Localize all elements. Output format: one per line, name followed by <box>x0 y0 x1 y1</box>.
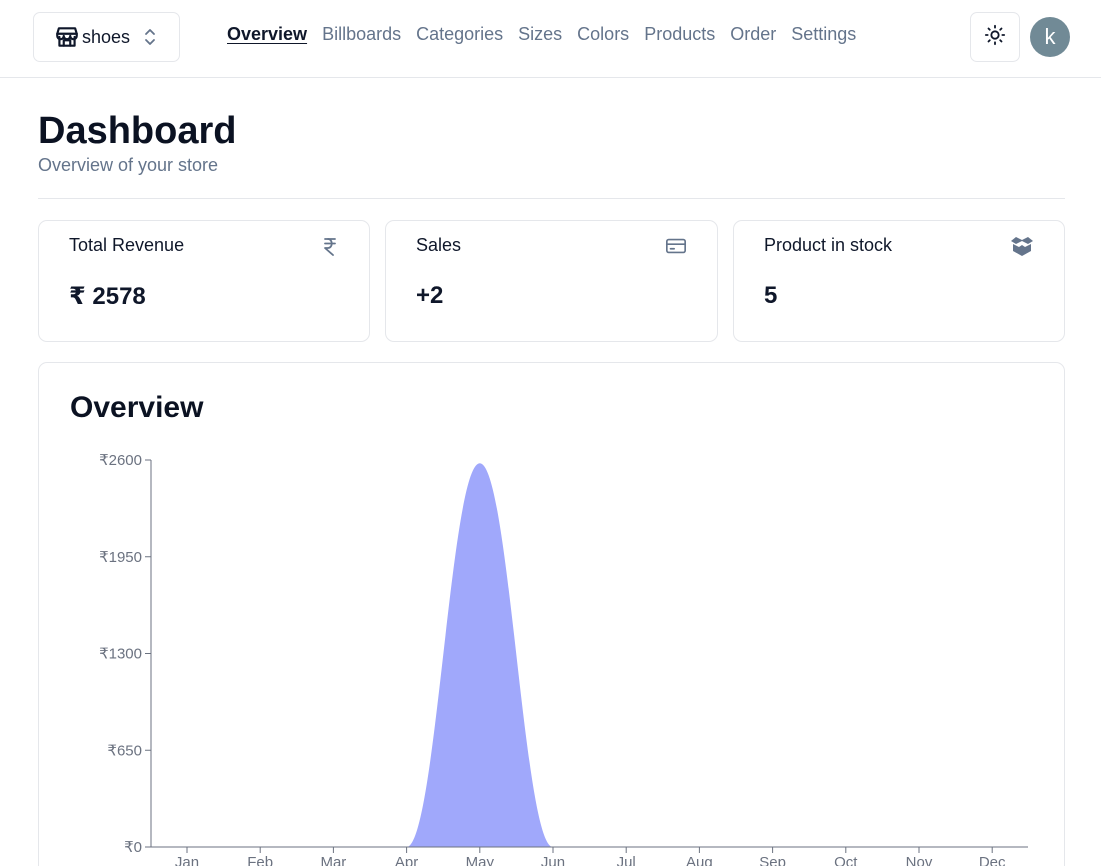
x-tick-label: Feb <box>247 854 273 866</box>
sun-icon <box>984 24 1006 51</box>
card-title: Total Revenue <box>69 235 185 255</box>
top-navbar: shoes Overview Billboards Categories Siz… <box>0 0 1101 78</box>
total-revenue-card: Total Revenue ₹ 2578 <box>38 220 370 342</box>
y-tick-label: ₹0 <box>124 839 142 856</box>
card-title: Product in stock <box>764 235 893 255</box>
x-tick-label: Aug <box>686 854 713 866</box>
nav-order[interactable]: Order <box>730 22 776 46</box>
card-value: +2 <box>416 282 444 309</box>
card-value: 5 <box>764 282 778 309</box>
nav-products[interactable]: Products <box>644 22 715 46</box>
nav-sizes[interactable]: Sizes <box>518 22 562 46</box>
store-icon <box>54 24 80 50</box>
x-tick-label: Dec <box>979 854 1006 866</box>
card-value: ₹ 2578 <box>69 283 146 310</box>
x-tick-label: Jul <box>617 854 636 866</box>
nav-billboards[interactable]: Billboards <box>322 22 401 46</box>
x-tick-label: Sep <box>759 854 786 866</box>
theme-toggle-button[interactable] <box>970 12 1020 62</box>
overview-chart-card: Overview ₹0 ₹650 ₹1300 ₹1950 ₹2600 Jan Feb Mar A… <box>38 362 1065 866</box>
x-tick-label: Mar <box>320 854 346 866</box>
package-icon <box>1010 235 1033 257</box>
user-avatar[interactable]: k <box>1030 17 1070 57</box>
y-tick-label: ₹1950 <box>99 549 142 566</box>
overview-area-chart: ₹0 ₹650 ₹1300 ₹1950 ₹2600 Jan Feb Mar Apr May Jun J… <box>99 452 1028 866</box>
rupee-icon <box>322 235 344 257</box>
x-tick-label: Oct <box>834 854 858 866</box>
nav-overview[interactable]: Overview <box>227 22 307 46</box>
sales-card: Sales +2 <box>385 220 718 342</box>
nav-colors[interactable]: Colors <box>577 22 629 46</box>
card-title: Sales <box>416 235 462 255</box>
divider <box>38 198 1065 199</box>
x-tick-label: Apr <box>395 854 418 866</box>
store-switcher[interactable]: shoes <box>33 12 180 62</box>
y-tick-label: ₹2600 <box>99 452 142 469</box>
x-tick-label: Jan <box>175 854 199 866</box>
x-tick-label: Jun <box>541 854 565 866</box>
x-tick-label: May <box>466 854 495 866</box>
product-stock-card: Product in stock 5 <box>733 220 1065 342</box>
credit-card-icon <box>665 235 687 257</box>
y-tick-label: ₹650 <box>107 742 142 759</box>
nav-settings[interactable]: Settings <box>791 22 856 46</box>
area-series <box>187 463 993 847</box>
main-nav: Overview Billboards Categories Sizes Col… <box>227 22 871 46</box>
page-title: Dashboard <box>38 110 237 152</box>
x-tick-label: Nov <box>906 854 933 866</box>
chevrons-up-down-icon <box>143 27 157 47</box>
page-subtitle: Overview of your store <box>38 155 219 175</box>
store-name: shoes <box>82 26 131 47</box>
nav-categories[interactable]: Categories <box>416 22 503 46</box>
y-tick-label: ₹1300 <box>99 646 142 663</box>
